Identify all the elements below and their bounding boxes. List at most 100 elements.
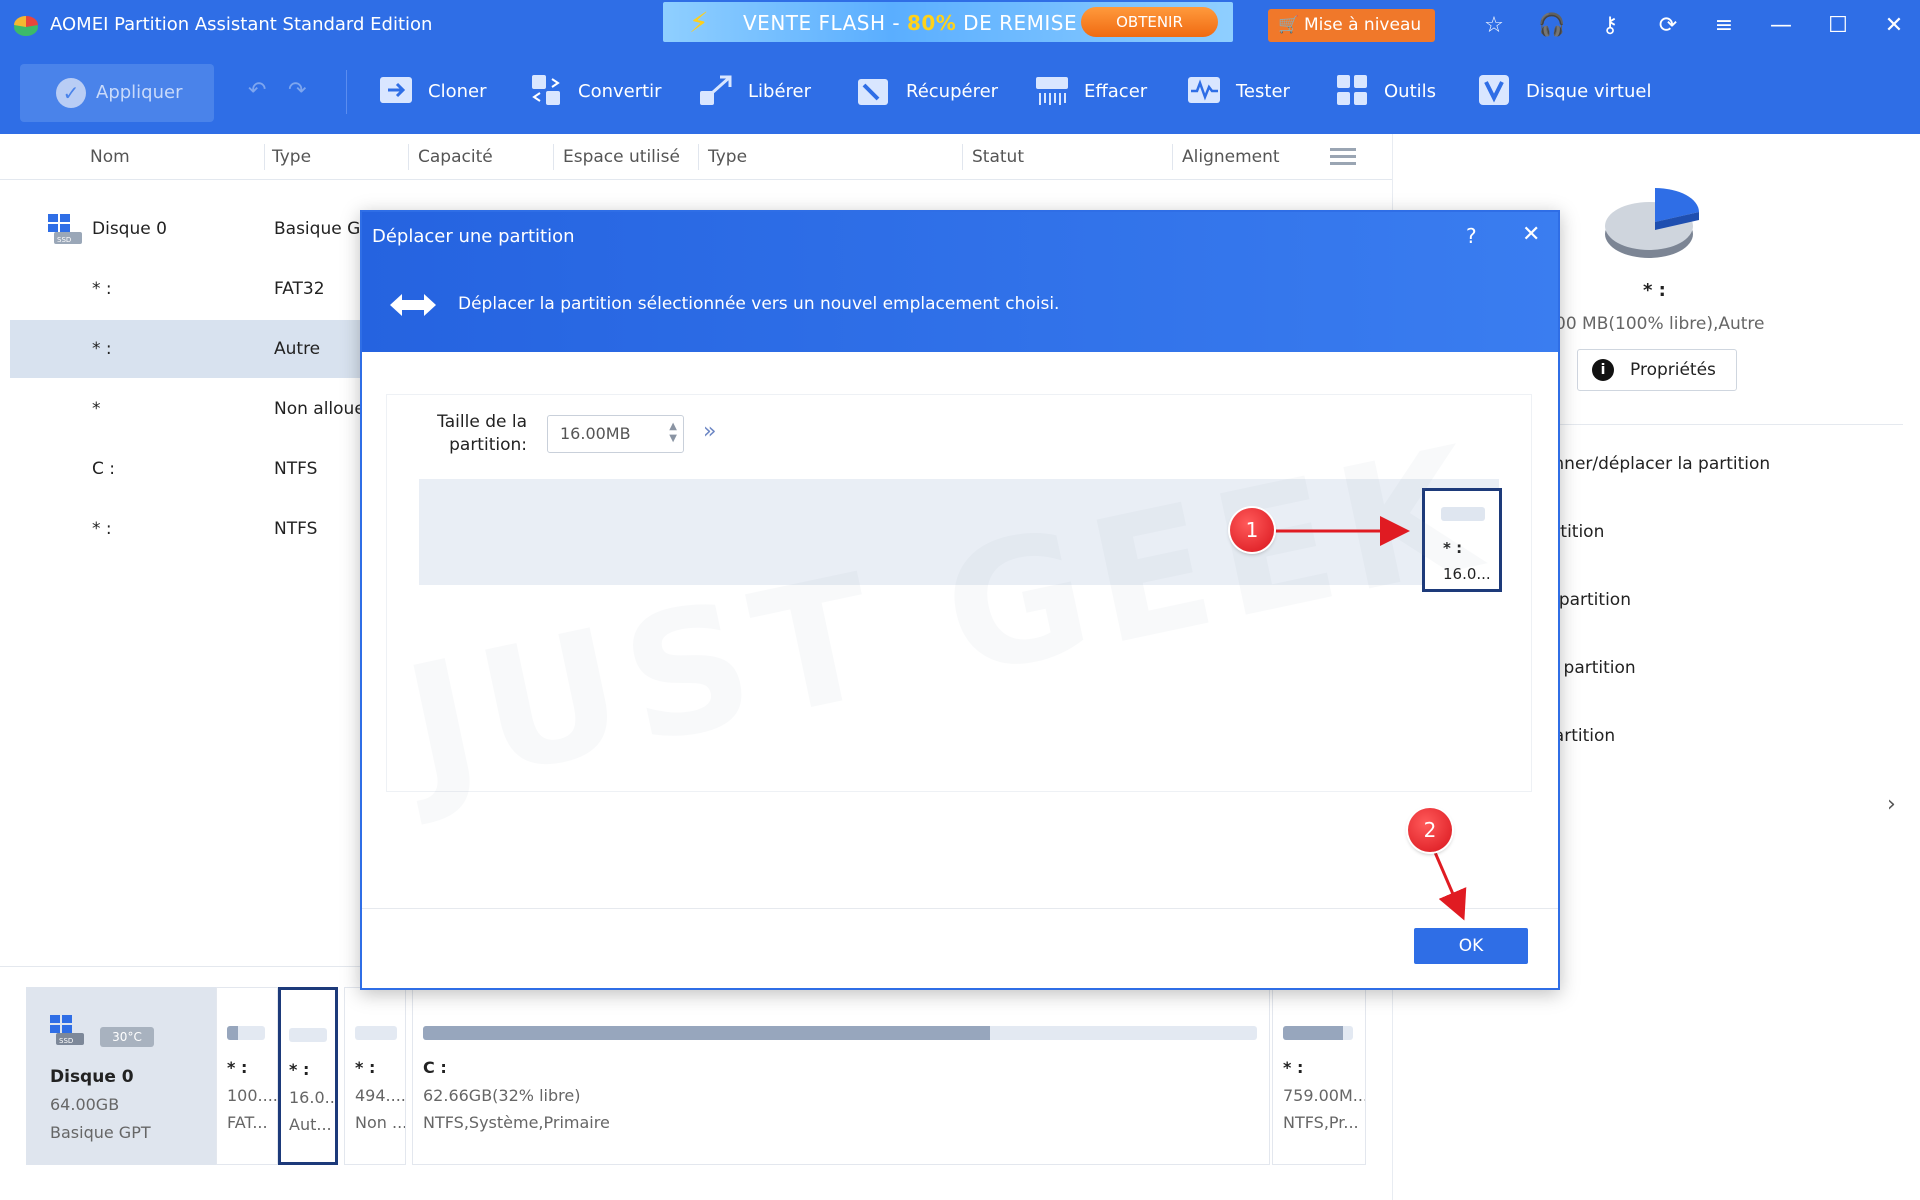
minimize-icon[interactable]: — — [1765, 10, 1797, 42]
dialog-title: Déplacer une partition — [372, 226, 575, 247]
properties-button[interactable]: i Propriétés — [1577, 349, 1737, 391]
segment-size: 16.0... — [289, 1088, 338, 1107]
segment-size: 62.66GB(32% libre) — [423, 1086, 581, 1105]
wipe-icon — [1036, 77, 1068, 105]
ssd-disk-icon: SSD — [50, 1015, 84, 1045]
partition-segment-selected[interactable]: * : 16.0... Aut... — [278, 987, 338, 1165]
col-header-status[interactable]: Statut — [972, 134, 1024, 180]
window-title: AOMEI Partition Assistant Standard Editi… — [50, 14, 433, 35]
partition-pie-chart-icon — [1605, 188, 1699, 258]
col-header-capacity[interactable]: Capacité — [418, 134, 493, 180]
col-header-type[interactable]: Type — [272, 134, 311, 180]
col-header-alignment[interactable]: Alignement — [1182, 134, 1280, 180]
apply-label: Appliquer — [96, 82, 183, 103]
virtual-disk-button[interactable]: Disque virtuel — [1476, 50, 1651, 134]
wipe-label: Effacer — [1084, 81, 1148, 102]
row-name: * : — [92, 519, 112, 539]
row-name: Disque 0 — [92, 219, 167, 239]
help-icon[interactable]: ? — [1466, 224, 1477, 248]
clone-button[interactable]: Cloner — [378, 50, 486, 134]
flash-sale-text: VENTE FLASH - 80% DE REMISE — [743, 11, 1078, 35]
col-header-used-space[interactable]: Espace utilisé — [563, 134, 680, 180]
star-icon[interactable]: ☆ — [1478, 10, 1510, 42]
svg-text:SSD: SSD — [57, 236, 71, 244]
usage-bar — [289, 1028, 327, 1042]
segment-name: * : — [355, 1058, 376, 1077]
tools-button[interactable]: Outils — [1334, 50, 1436, 134]
segment-name: * : — [289, 1060, 310, 1079]
properties-label: Propriétés — [1630, 360, 1716, 380]
disk-card[interactable]: SSD 30°C Disque 0 64.00GB Basique GPT — [26, 987, 216, 1165]
info-icon: i — [1592, 359, 1614, 381]
usage-bar — [423, 1026, 1257, 1040]
spin-arrows-icon[interactable]: ▲ ▼ — [669, 421, 677, 445]
partition-size-value: 16.00MB — [560, 424, 631, 443]
move-arrows-icon — [390, 294, 436, 316]
dialog-close-icon[interactable]: ✕ — [1522, 222, 1540, 247]
col-header-name[interactable]: Nom — [90, 134, 130, 180]
segment-name: * : — [1283, 1058, 1304, 1077]
column-settings-icon[interactable] — [1330, 148, 1356, 168]
convert-button[interactable]: Convertir — [528, 50, 662, 134]
usage-fill — [423, 1026, 991, 1040]
virtual-disk-icon — [1479, 75, 1509, 105]
undo-icon[interactable]: ↶ — [248, 78, 266, 103]
flash-sale-banner[interactable]: ⚡ VENTE FLASH - 80% DE REMISE OBTENIR — [663, 2, 1233, 42]
op-resize-move-partition[interactable]: onner/déplacer la partition — [1543, 454, 1770, 474]
free-up-icon — [700, 75, 732, 105]
partition-segment[interactable]: * : 759.00M... NTFS,Pr... — [1272, 987, 1366, 1165]
row-type: Non alloue — [274, 399, 365, 419]
maximize-icon[interactable]: ☐ — [1822, 10, 1854, 42]
dialog-header: Déplacer une partition ? ✕ Déplacer la p… — [362, 212, 1558, 352]
chevron-right-icon[interactable]: › — [1887, 792, 1896, 817]
segment-type: Aut... — [289, 1115, 332, 1134]
column-separator — [264, 144, 265, 170]
lightning-icon: ⚡ — [689, 6, 709, 39]
app-logo-icon — [14, 16, 38, 36]
partition-segment[interactable]: * : 494.... Non ... — [344, 987, 406, 1165]
usage-fill — [1283, 1026, 1343, 1040]
usage-fill — [227, 1026, 239, 1040]
close-icon[interactable]: ✕ — [1878, 10, 1910, 42]
column-separator — [962, 144, 963, 170]
segment-size: 759.00M... — [1283, 1086, 1366, 1105]
check-icon: ✓ — [56, 78, 86, 108]
partition-size-label: Taille de la partition: — [437, 412, 527, 455]
disk-size: 64.00GB — [50, 1095, 120, 1114]
title-bar: AOMEI Partition Assistant Standard Editi… — [0, 0, 1920, 50]
ok-button[interactable]: OK — [1414, 928, 1528, 964]
menu-icon[interactable]: ≡ — [1708, 10, 1740, 42]
upgrade-button[interactable]: 🛒 Mise à niveau — [1268, 9, 1435, 42]
segment-type: NTFS,Système,Primaire — [423, 1113, 610, 1132]
obtain-button[interactable]: OBTENIR — [1081, 7, 1218, 37]
key-icon[interactable]: ⚷ — [1594, 10, 1626, 42]
clone-icon — [380, 77, 412, 103]
disk-map: SSD 30°C Disque 0 64.00GB Basique GPT * … — [0, 966, 1392, 1200]
segment-type: NTFS,Pr... — [1283, 1113, 1359, 1132]
recover-icon — [858, 79, 888, 105]
partition-segment-c[interactable]: C : 62.66GB(32% libre) NTFS,Système,Prim… — [412, 987, 1270, 1165]
recover-label: Récupérer — [906, 81, 999, 102]
double-chevron-right-icon[interactable]: » — [703, 419, 716, 444]
apply-button[interactable]: ✓ Appliquer — [20, 64, 214, 122]
row-type: FAT32 — [274, 279, 325, 299]
row-type: Autre — [274, 339, 321, 359]
tools-label: Outils — [1384, 81, 1437, 102]
recover-button[interactable]: Récupérer — [856, 50, 998, 134]
free-up-button[interactable]: Libérer — [698, 50, 811, 134]
redo-icon[interactable]: ↷ — [288, 78, 306, 103]
test-button[interactable]: Tester — [1186, 50, 1290, 134]
tools-grid-icon — [1337, 75, 1367, 105]
wipe-button[interactable]: Effacer — [1034, 50, 1147, 134]
free-up-label: Libérer — [748, 81, 812, 102]
row-name: * : — [92, 279, 112, 299]
partition-size-input[interactable]: 16.00MB ▲ ▼ — [547, 415, 684, 453]
headset-icon[interactable]: 🎧 — [1536, 10, 1568, 42]
usage-bar — [355, 1026, 397, 1040]
col-header-type-2[interactable]: Type — [708, 134, 747, 180]
partition-segment[interactable]: * : 100.... FAT... — [216, 987, 278, 1165]
test-icon — [1188, 77, 1220, 103]
upgrade-label: Mise à niveau — [1304, 15, 1422, 35]
panel-divider — [1553, 424, 1903, 425]
refresh-icon[interactable]: ⟳ — [1652, 10, 1684, 42]
